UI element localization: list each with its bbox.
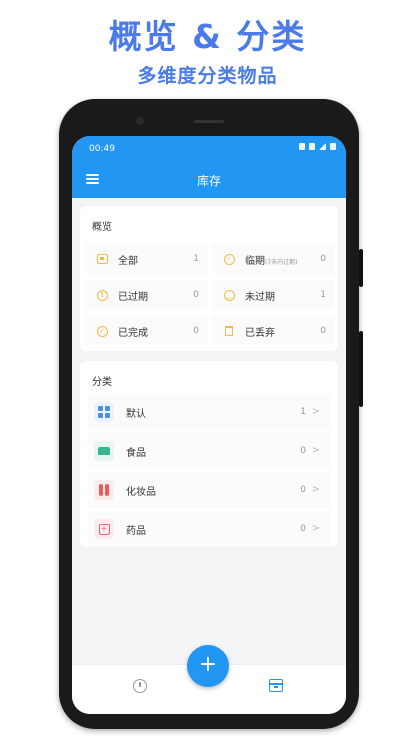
- smile-icon: ‿: [223, 289, 235, 301]
- chevron-right-icon: >: [311, 406, 320, 417]
- app-bar: 库存: [72, 160, 346, 198]
- promo-subline: 多维度分类物品: [137, 65, 278, 87]
- status-bar: 00:49: [72, 136, 346, 160]
- medicine-icon: +: [94, 519, 114, 539]
- category-title: 分类: [92, 377, 112, 388]
- category-item-label: 食品: [126, 447, 146, 459]
- category-item-cosmetics[interactable]: 化妆品 0 >: [88, 472, 330, 508]
- cosmetics-icon: [94, 480, 114, 500]
- food-icon: [94, 441, 114, 461]
- category-item-default[interactable]: 默认 1 >: [88, 394, 330, 430]
- category-item-label: 化妆品: [126, 486, 156, 498]
- category-item-count: 1: [300, 407, 306, 417]
- status-icons: [299, 143, 336, 150]
- battery-icon: [330, 143, 336, 150]
- promo-headline: 概览 & 分类: [108, 17, 307, 56]
- overview-item-count: 1: [193, 254, 199, 264]
- category-item-count: 0: [300, 524, 306, 534]
- overview-item-label: 全部: [118, 255, 138, 267]
- overview-item-label: 未过期: [245, 291, 275, 303]
- overview-item-expiring[interactable]: · 临期(7天内过期) 0: [211, 244, 334, 274]
- overview-item-not-expired[interactable]: ‿ 未过期 1: [211, 280, 334, 310]
- category-item-food[interactable]: 食品 0 >: [88, 433, 330, 469]
- phone-frame: 00:49 库存 概览 全部 1 · 临期(7天内过期) 0 ! 已过期 0 ‿…: [59, 99, 363, 729]
- overview-card: 概览 全部 1 · 临期(7天内过期) 0 ! 已过期 0 ‿ 未过期 1 ✓ …: [80, 206, 338, 351]
- volume-button: [359, 331, 363, 407]
- signal-icon: [319, 143, 326, 150]
- overview-item-note: (7天内过期): [265, 258, 298, 266]
- trash-icon: [223, 325, 235, 337]
- chevron-right-icon: >: [311, 484, 320, 495]
- category-item-label: 药品: [126, 525, 146, 537]
- promo-screenshot: 概览 & 分类 多维度分类物品 00:49 库存 概览 全部 1 · 临期(7天…: [0, 0, 415, 742]
- grid-icon: [94, 402, 114, 422]
- overview-item-label: 已完成: [118, 327, 148, 339]
- alarm-clock-icon[interactable]: [133, 679, 147, 693]
- speaker-grille: [194, 120, 224, 123]
- category-item-label: 默认: [126, 408, 146, 420]
- status-time: 00:49: [89, 144, 115, 154]
- add-item-button[interactable]: +: [187, 645, 229, 687]
- chevron-right-icon: >: [311, 445, 320, 456]
- overview-item-discarded[interactable]: 已丢弃 0: [211, 316, 334, 346]
- category-item-medicine[interactable]: + 药品 0 >: [88, 511, 330, 547]
- inventory-box-icon[interactable]: [268, 679, 283, 692]
- app-screen: 00:49 库存 概览 全部 1 · 临期(7天内过期) 0 ! 已过期 0 ‿…: [72, 136, 346, 714]
- chevron-right-icon: >: [311, 523, 320, 534]
- overview-item-count: 0: [193, 290, 199, 300]
- mute-icon: [299, 143, 305, 150]
- category-item-count: 0: [300, 446, 306, 456]
- overview-item-count: 0: [320, 326, 326, 336]
- overview-item-label: 临期: [245, 255, 265, 267]
- overview-item-label: 已丢弃: [245, 327, 275, 339]
- overview-item-count: 0: [320, 254, 326, 264]
- overview-item-all[interactable]: 全部 1: [84, 244, 207, 274]
- check-icon: ✓: [96, 325, 108, 337]
- overview-item-count: 0: [193, 326, 199, 336]
- page-title: 库存: [196, 174, 221, 188]
- camera-icon: [136, 117, 144, 125]
- overview-item-label: 已过期: [118, 291, 148, 303]
- wifi-icon: [309, 143, 315, 150]
- category-card: 分类 默认 1 > 食品 0 > 化妆品 0 > + 药品 0 >: [80, 361, 338, 547]
- overview-item-expired[interactable]: ! 已过期 0: [84, 280, 207, 310]
- alert-icon: !: [96, 289, 108, 301]
- alarm-icon: ·: [223, 253, 235, 265]
- overview-title: 概览: [92, 222, 112, 233]
- category-item-count: 0: [300, 485, 306, 495]
- power-button: [359, 249, 363, 287]
- overview-item-count: 1: [320, 290, 326, 300]
- overview-item-completed[interactable]: ✓ 已完成 0: [84, 316, 207, 346]
- inbox-icon: [96, 253, 108, 265]
